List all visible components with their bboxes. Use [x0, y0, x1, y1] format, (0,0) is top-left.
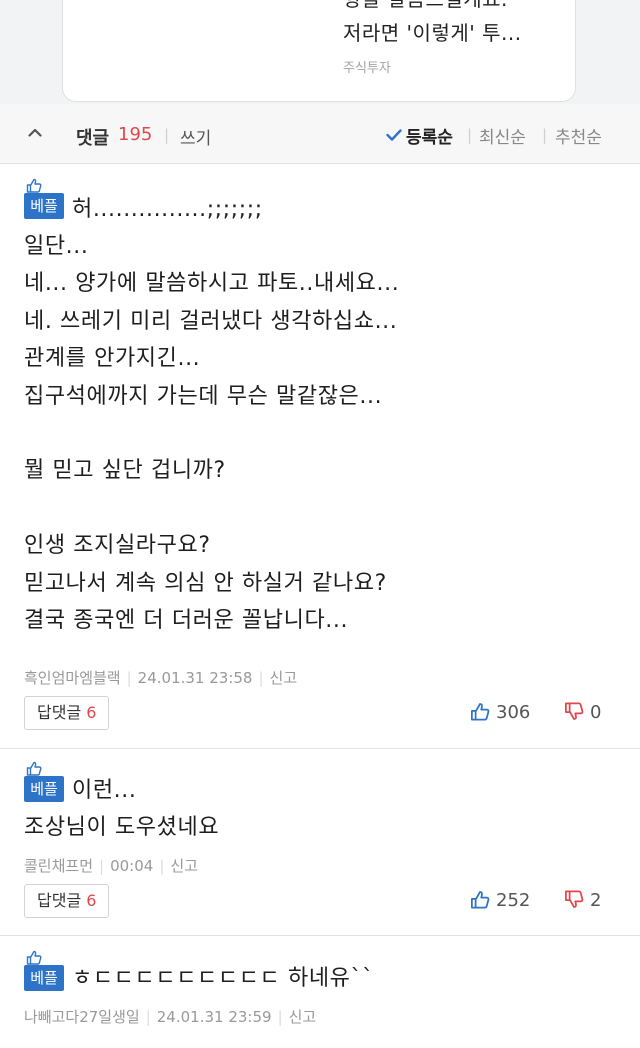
best-badge-label: 베플 — [24, 965, 64, 991]
dislike-button[interactable]: 0 — [564, 702, 601, 723]
thumbs-up-icon — [471, 891, 490, 909]
comment-timestamp: 24.01.31 23:59 — [156, 1008, 272, 1026]
header-divider: | — [164, 126, 170, 144]
reply-button[interactable]: 답댓글 6 — [24, 884, 110, 918]
comment-text-first-line: ㅎㄷㄷㄷㄷㄷㄷㄷㄷㄷ 하네유`` — [72, 966, 374, 991]
related-article-card[interactable]: 향을 말씀드릴게요. 저라면 '이렇게' 투... 주식투자 — [62, 0, 576, 102]
sort-option-recommended[interactable]: 추천순 — [555, 123, 602, 148]
comment-item: 베플 ㅎㄷㄷㄷㄷㄷㄷㄷㄷㄷ 하네유`` 나빼고다27일생일 | 24.01.31 2… — [0, 936, 640, 1048]
reply-count: 6 — [86, 891, 97, 910]
like-button[interactable]: 252 — [470, 890, 530, 911]
best-badge-label: 베플 — [24, 776, 64, 802]
reply-count: 6 — [86, 703, 97, 722]
chevron-up-icon[interactable] — [28, 127, 42, 137]
comment-meta: 흑인엄마엠블랙 | 24.01.31 23:58 | 신고 — [24, 669, 298, 687]
thumbs-up-icon — [471, 703, 490, 721]
sort-option-latest[interactable]: 최신순 — [479, 123, 526, 148]
report-link[interactable]: 신고 — [289, 1008, 317, 1026]
thumbs-up-icon — [26, 761, 42, 776]
sort-option-registered[interactable]: 등록순 — [406, 123, 453, 148]
best-comment-badge: 베플 — [24, 950, 64, 994]
comment-text-body: 조상님이 도우셨네요 — [24, 815, 220, 840]
comment-text-body: 일단... 네... 양가에 말씀하시고 파토..내세요... 네. 쓰레기 미… — [24, 234, 400, 634]
dislike-button[interactable]: 2 — [564, 890, 601, 911]
thumbs-down-icon — [565, 702, 584, 720]
reply-button[interactable]: 답댓글 6 — [24, 696, 110, 730]
comments-count: 195 — [118, 124, 153, 145]
report-link[interactable]: 신고 — [270, 669, 298, 687]
report-link[interactable]: 신고 — [170, 857, 198, 875]
reply-label: 답댓글 — [37, 703, 82, 722]
like-count: 252 — [496, 890, 531, 911]
comment-meta: 나빼고다27일생일 | 24.01.31 23:59 | 신고 — [24, 1008, 317, 1026]
comment-meta: 콜린채프먼 | 00:04 | 신고 — [24, 857, 198, 875]
checkmark-icon — [386, 129, 402, 141]
write-comment-button[interactable]: 쓰기 — [180, 124, 211, 149]
comment-timestamp: 00:04 — [110, 857, 154, 875]
reply-label: 답댓글 — [37, 891, 82, 910]
thumbs-down-icon — [565, 890, 584, 908]
sort-divider: | — [467, 126, 473, 144]
dislike-count: 2 — [590, 890, 602, 911]
comment-author[interactable]: 콜린채프먼 — [24, 857, 93, 875]
like-button[interactable]: 306 — [470, 702, 530, 723]
article-card-category: 주식투자 — [343, 61, 391, 76]
related-article-area: 향을 말씀드릴게요. 저라면 '이렇게' 투... 주식투자 — [0, 0, 640, 104]
thumbs-up-icon — [26, 950, 42, 965]
comment-author[interactable]: 흑인엄마엠블랙 — [24, 669, 121, 687]
comment-item: 베플 이런... 조상님이 도우셨네요 콜린채프먼 | 00:04 | 신고 답댓글 6… — [0, 749, 640, 936]
comment-text-first-line: 허...............;;;;;;; — [72, 197, 263, 222]
comment-author[interactable]: 나빼고다27일생일 — [24, 1008, 140, 1026]
like-count: 306 — [496, 702, 531, 723]
comment-item: 베플 허...............;;;;;;; 일단... 네... 양가… — [0, 164, 640, 749]
comment-text-first-line: 이런... — [72, 778, 137, 803]
article-card-text-line-2: 저라면 '이렇게' 투... — [343, 21, 522, 45]
article-card-text-line-1: 향을 말씀드릴게요. — [343, 0, 508, 12]
best-comment-badge: 베플 — [24, 761, 64, 805]
best-comment-badge: 베플 — [24, 178, 64, 222]
comments-header: 댓글 195 | 쓰기 등록순 | 최신순 | 추천순 — [0, 104, 640, 164]
comments-title: 댓글 — [76, 128, 110, 149]
thumbs-up-icon — [26, 178, 42, 193]
sort-divider: | — [542, 126, 548, 144]
best-badge-label: 베플 — [24, 193, 64, 219]
dislike-count: 0 — [590, 702, 602, 723]
comment-timestamp: 24.01.31 23:58 — [137, 669, 253, 687]
